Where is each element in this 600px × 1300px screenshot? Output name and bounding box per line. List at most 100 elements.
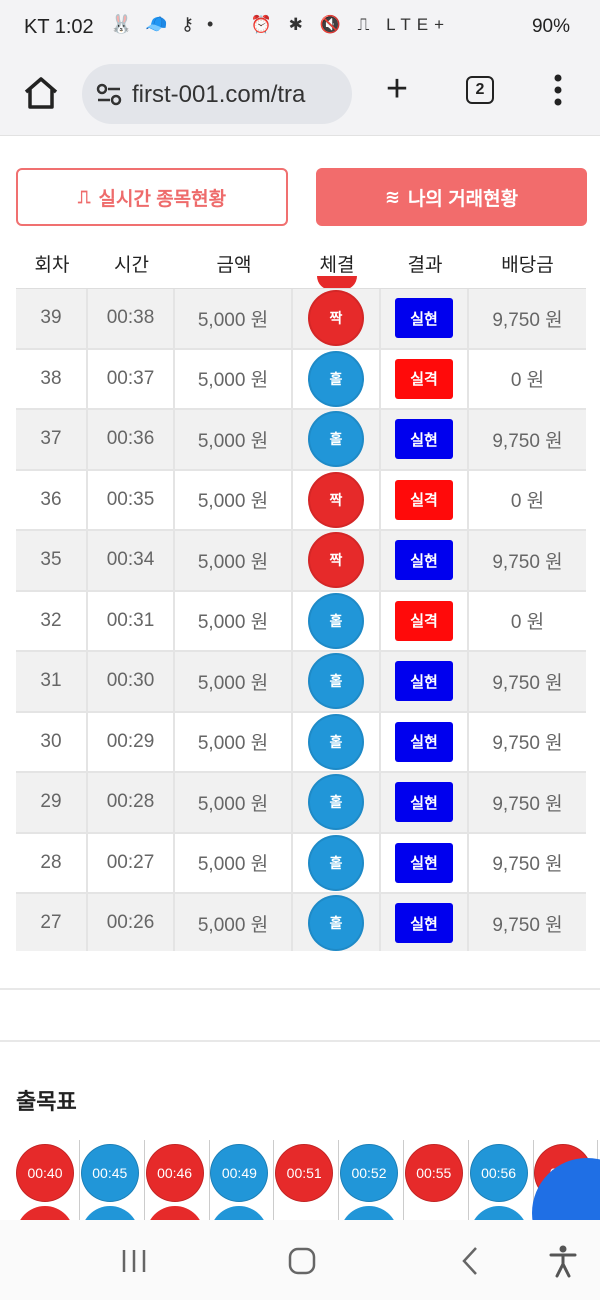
- draw-column: 00:51: [275, 1140, 340, 1220]
- round-cell: 38: [16, 349, 88, 408]
- accessibility-icon[interactable]: [548, 1244, 578, 1278]
- round-cell: 36: [16, 470, 88, 529]
- table-row: 39 00:38 5,000 원 짝 실현 9,750 원: [16, 289, 586, 350]
- tab-count-button[interactable]: 2: [466, 76, 494, 104]
- new-tab-icon[interactable]: +: [380, 70, 414, 108]
- recent-apps-icon[interactable]: [120, 1244, 148, 1278]
- header-amount: 금액: [216, 255, 252, 276]
- result-badge: 실현: [395, 661, 453, 702]
- bet-cell: 짝: [293, 470, 381, 529]
- divider: [0, 1040, 600, 1042]
- result-badge: 실격: [395, 600, 453, 641]
- bet-cell: 홀: [293, 894, 381, 951]
- table-row: 37 00:36 5,000 원 홀 실현 9,750 원: [16, 410, 586, 471]
- result-badge: 실현: [395, 903, 453, 944]
- trade-table-body[interactable]: 39 00:38 5,000 원 짝 실현 9,750 원 38 00:37 5,000 원홀실…: [16, 288, 586, 951]
- table-row: 32 00:31 5,000 원 홀 실격 0 원: [16, 591, 586, 652]
- amount-cell: 5,000 원: [175, 591, 293, 650]
- time-cell: 00:34: [88, 531, 175, 590]
- bet-ball: 홀: [308, 350, 364, 407]
- bet-ball: 짝: [308, 290, 364, 347]
- time-cell: 00:37: [88, 349, 175, 408]
- draw-ball: 00:55: [404, 1144, 463, 1202]
- tab-label: 실시간 종목현황: [98, 188, 227, 210]
- bet-ball: 홀: [308, 713, 364, 770]
- amount-cell: 5,000 원: [175, 833, 293, 892]
- divider: [0, 988, 600, 990]
- result-cell: 실현: [381, 410, 469, 469]
- payout-cell: 9,750 원: [492, 914, 563, 936]
- table-row: 30 00:29 5,000 원 홀 실현 9,750 원: [16, 712, 586, 773]
- round-cell: 29: [16, 773, 88, 832]
- draw-history-strip[interactable]: 00:40 00:45 00:46 00:49 00:51 00:52 00:55 00:56…: [16, 1140, 600, 1220]
- table-row: 28 00:27 5,000 원 홀 실현 9,750 원: [16, 833, 586, 894]
- page: KT 1:02 🐰 🧢 ⚷ • ⏰ ✱ 🔇 ⎍ LTE+ 90% first-0…: [0, 0, 600, 1300]
- more-menu-icon[interactable]: [548, 72, 568, 108]
- result-cell: 실현: [381, 531, 469, 590]
- payout-cell: 9,750 원: [492, 733, 563, 755]
- result-cell: 실격: [381, 349, 469, 408]
- url-text: first-001.com/tra: [132, 81, 306, 108]
- draw-ball-next: [210, 1206, 269, 1220]
- table-row: 38 00:37 5,000 원 홀 실격 0 원: [16, 349, 586, 410]
- back-icon[interactable]: [458, 1244, 482, 1278]
- battery-level: 90%: [531, 16, 570, 37]
- draw-ball: 00:51: [275, 1144, 334, 1202]
- draw-ball: 00:45: [80, 1144, 139, 1202]
- round-cell: 35: [16, 531, 88, 590]
- draw-column: 00:46: [145, 1140, 210, 1220]
- time-cell: 00:35: [88, 470, 175, 529]
- home-nav-icon[interactable]: [286, 1244, 318, 1278]
- result-cell: 실현: [381, 652, 469, 711]
- draw-column: 00:49: [210, 1140, 275, 1220]
- draw-ball: 00:49: [210, 1144, 269, 1202]
- bet-cell: 짝: [293, 531, 381, 590]
- amount-cell: 5,000 원: [175, 894, 293, 951]
- time-cell: 00:36: [88, 410, 175, 469]
- address-bar[interactable]: first-001.com/tra: [82, 64, 352, 124]
- draw-column: 00:56: [469, 1140, 534, 1220]
- round-cell: 39: [16, 289, 88, 348]
- payout-cell: 0 원: [510, 612, 545, 634]
- site-settings-icon[interactable]: [96, 82, 122, 106]
- table-row: 36 00:35 5,000 원 짝 실격 0 원: [16, 470, 586, 531]
- draw-ball-next: [145, 1206, 204, 1220]
- header-payout: 배당금: [501, 255, 554, 276]
- system-nav-bar: [0, 1220, 600, 1300]
- bet-cell: 홀: [293, 410, 381, 469]
- time-cell: 00:38: [88, 289, 175, 348]
- header-round: 회차: [34, 255, 70, 276]
- draw-ball: 00:56: [469, 1144, 528, 1202]
- amount-cell: 5,000 원: [175, 410, 293, 469]
- tab-label: 나의 거래현황: [407, 188, 519, 210]
- tab-realtime-status[interactable]: ⎍ 실시간 종목현황: [16, 168, 288, 226]
- draw-ball: 00:52: [340, 1144, 398, 1202]
- pulse-icon: ⎍: [77, 186, 91, 207]
- amount-cell: 5,000 원: [175, 289, 293, 348]
- draw-column: 00:52: [340, 1140, 404, 1220]
- time-cell: 00:30: [88, 652, 175, 711]
- network-label: LTE+: [386, 15, 450, 34]
- bet-ball: 홀: [308, 411, 364, 468]
- bet-ball: 짝: [308, 471, 364, 528]
- section-title: 출목표: [16, 1089, 77, 1114]
- payout-cell: 0 원: [510, 370, 545, 392]
- result-badge: 실현: [395, 419, 453, 460]
- result-cell: 실현: [381, 894, 469, 951]
- result-badge: 실격: [395, 358, 453, 399]
- header-result: 결과: [407, 255, 443, 276]
- round-cell: 37: [16, 410, 88, 469]
- status-bar: KT 1:02 🐰 🧢 ⚷ • ⏰ ✱ 🔇 ⎍ LTE+ 90%: [0, 0, 600, 56]
- payout-cell: 9,750 원: [492, 793, 563, 815]
- time-cell: 00:28: [88, 773, 175, 832]
- browser-toolbar: first-001.com/tra + 2: [0, 56, 600, 136]
- home-icon[interactable]: [22, 74, 60, 112]
- result-cell: 실현: [381, 289, 469, 348]
- payout-cell: 9,750 원: [492, 672, 563, 694]
- bet-cell: 홀: [293, 712, 381, 771]
- result-badge: 실현: [395, 540, 453, 581]
- round-cell: 31: [16, 652, 88, 711]
- tab-my-trades[interactable]: ≋ 나의 거래현황: [316, 168, 587, 226]
- draw-ball-next: [469, 1206, 528, 1220]
- result-cell: 실격: [381, 591, 469, 650]
